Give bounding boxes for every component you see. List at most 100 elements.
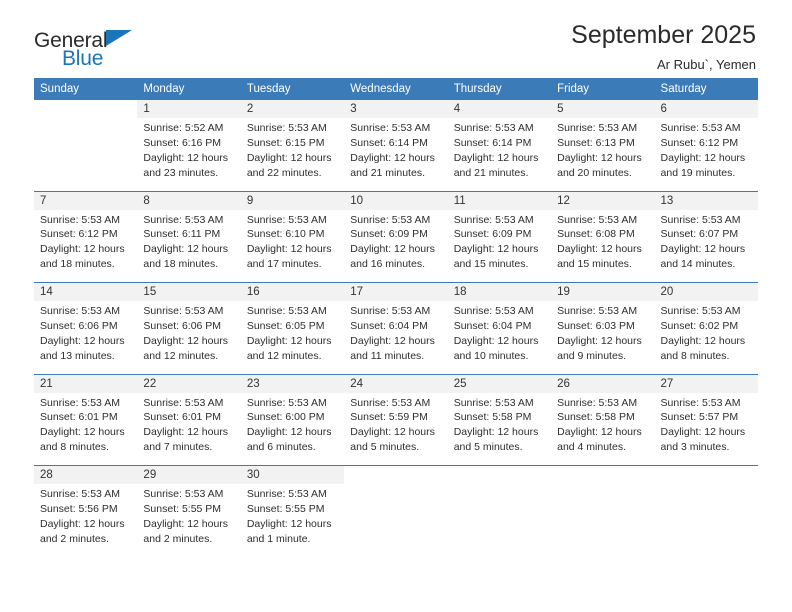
day-number-cell[interactable]: 5 [551,100,655,118]
day-detail-cell[interactable]: Sunrise: 5:53 AM Sunset: 6:12 PM Daylight:… [34,209,138,283]
day-number-cell[interactable]: 24 [344,373,448,393]
day-number-cell[interactable]: 2 [240,100,345,118]
day-number-cell[interactable]: 28 [34,465,138,484]
sunrise-text: Sunrise: 5:53 AM [40,305,120,317]
day-number-empty [551,465,655,484]
sunrise-text: Sunrise: 5:53 AM [246,396,327,409]
day-detail-cell[interactable]: Sunrise: 5:53 AM Sunset: 6:09 PM Daylight:… [344,209,448,283]
day-detail-cell[interactable]: Sunrise: 5:53 AM Sunset: 5:55 PM Daylight:… [240,484,345,557]
day-number-cell[interactable]: 18 [447,282,552,301]
day-detail-cell[interactable]: Sunrise: 5:53 AM Sunset: 5:57 PM Daylight:… [654,392,758,466]
day-detail-cell[interactable]: Sunrise: 5:53 AM Sunset: 6:15 PM Daylight:… [240,118,345,191]
day-number-cell[interactable]: 1 [137,100,241,118]
daylight-text-line1: Daylight: 12 hours [350,243,435,256]
daylight-text-line2: and 9 minutes. [557,349,626,362]
daylight-text-line1: Daylight: 12 hours [557,334,642,347]
daylight-text-line2: and 23 minutes. [143,166,219,179]
sunrise-text: Sunrise: 5:52 AM [143,122,224,134]
day-number-cell[interactable]: 9 [240,190,345,210]
day-detail-cell[interactable]: Sunrise: 5:53 AM Sunset: 5:55 PM Daylight:… [137,484,241,557]
daylight-text-line2: and 10 minutes. [453,349,529,362]
page-title: September 2025 [571,21,756,49]
sunrise-text: Sunrise: 5:53 AM [660,122,741,134]
day-detail-cell[interactable]: Sunrise: 5:53 AM Sunset: 6:06 PM Daylight:… [137,301,241,374]
brand-name-blue: Blue [62,47,104,70]
day-number-cell[interactable]: 6 [654,100,758,118]
daylight-text-line2: and 5 minutes. [453,441,523,454]
day-number-cell[interactable]: 13 [654,190,758,210]
sunrise-text: Sunrise: 5:53 AM [350,213,431,226]
day-number-cell[interactable]: 12 [551,190,655,210]
daylight-text-line1: Daylight: 12 hours [40,334,125,347]
day-number-cell[interactable]: 17 [344,282,448,301]
daylight-text-line1: Daylight: 12 hours [660,426,746,439]
daylight-text-line2: and 17 minutes. [246,258,322,271]
weekday-header-wednesday: Wednesday [344,78,448,100]
day-detail-cell[interactable]: Sunrise: 5:53 AM Sunset: 6:01 PM Daylight:… [137,392,241,466]
day-number-cell[interactable]: 7 [34,190,138,210]
daylight-text-line2: and 15 minutes. [557,258,632,271]
weekday-header-saturday: Saturday [654,78,758,100]
day-detail-cell[interactable]: Sunrise: 5:53 AM Sunset: 5:58 PM Daylight:… [447,392,552,466]
day-number-cell[interactable]: 14 [34,282,138,301]
sunset-text: Sunset: 5:57 PM [660,411,739,424]
day-number-cell[interactable]: 20 [654,282,758,301]
day-number-cell[interactable]: 3 [344,100,448,118]
day-number-empty [34,100,138,118]
week-daynumber-row: 21 22 23 24 25 26 27 [34,373,758,393]
day-number-cell[interactable]: 25 [447,373,552,393]
day-detail-cell[interactable]: Sunrise: 5:53 AM Sunset: 6:00 PM Daylight:… [240,392,345,466]
day-number-cell[interactable]: 29 [137,465,241,484]
day-detail-cell[interactable]: Sunrise: 5:53 AM Sunset: 6:14 PM Daylight:… [447,118,552,191]
day-number-cell[interactable]: 8 [137,190,241,210]
sunrise-text: Sunrise: 5:53 AM [40,396,120,409]
calendar-page: General Blue September 2025 Ar Rubu`, Ye… [0,0,792,612]
sunset-text: Sunset: 6:05 PM [246,319,325,332]
sunset-text: Sunset: 6:14 PM [350,136,428,149]
day-number-cell[interactable]: 21 [34,373,138,393]
sunrise-text: Sunrise: 5:53 AM [453,305,534,317]
day-detail-cell[interactable]: Sunrise: 5:53 AM Sunset: 6:09 PM Daylight:… [447,209,552,283]
day-detail-cell[interactable]: Sunrise: 5:52 AM Sunset: 6:16 PM Daylight:… [137,118,241,191]
day-number-cell[interactable]: 19 [551,282,655,301]
day-detail-cell[interactable]: Sunrise: 5:53 AM Sunset: 6:07 PM Daylight:… [654,209,758,283]
day-detail-cell[interactable]: Sunrise: 5:53 AM Sunset: 6:06 PM Daylight:… [34,301,138,374]
weekday-header-tuesday: Tuesday [240,78,345,100]
day-number-empty [447,465,552,484]
day-number-cell[interactable]: 30 [240,465,345,484]
day-detail-cell[interactable]: Sunrise: 5:53 AM Sunset: 6:04 PM Daylight:… [344,301,448,374]
sunset-text: Sunset: 6:00 PM [246,411,325,424]
day-detail-cell[interactable]: Sunrise: 5:53 AM Sunset: 6:14 PM Daylight:… [344,118,448,191]
daylight-text-line1: Daylight: 12 hours [660,243,746,256]
day-number-cell[interactable]: 10 [344,190,448,210]
daylight-text-line1: Daylight: 12 hours [453,243,539,256]
brand-logo[interactable]: General Blue [34,22,174,70]
sunset-text: Sunset: 6:01 PM [143,411,222,424]
day-detail-cell[interactable]: Sunrise: 5:53 AM Sunset: 6:04 PM Daylight:… [447,301,552,374]
day-detail-cell[interactable]: Sunrise: 5:53 AM Sunset: 5:58 PM Daylight:… [551,392,655,466]
day-number-cell[interactable]: 27 [654,373,758,393]
day-detail-cell[interactable]: Sunrise: 5:53 AM Sunset: 6:10 PM Daylight:… [240,209,345,283]
day-number-cell[interactable]: 23 [240,373,345,393]
daylight-text-line1: Daylight: 12 hours [246,151,332,164]
day-detail-cell[interactable]: Sunrise: 5:53 AM Sunset: 6:13 PM Daylight:… [551,118,655,191]
day-detail-cell[interactable]: Sunrise: 5:53 AM Sunset: 6:02 PM Daylight:… [654,301,758,374]
day-detail-cell[interactable]: Sunrise: 5:53 AM Sunset: 5:56 PM Daylight:… [34,484,138,557]
day-number-cell[interactable]: 16 [240,282,345,301]
day-detail-cell[interactable]: Sunrise: 5:53 AM Sunset: 6:05 PM Daylight:… [240,301,345,374]
day-detail-cell[interactable]: Sunrise: 5:53 AM Sunset: 6:12 PM Daylight:… [654,118,758,191]
day-detail-cell[interactable]: Sunrise: 5:53 AM Sunset: 5:59 PM Daylight:… [344,392,448,466]
day-number-cell[interactable]: 22 [137,373,241,393]
week-detail-row: Sunrise: 5:53 AM Sunset: 6:01 PM Daylight:… [34,392,758,466]
sunrise-text: Sunrise: 5:53 AM [40,213,120,226]
day-detail-cell[interactable]: Sunrise: 5:53 AM Sunset: 6:08 PM Daylight:… [551,209,655,283]
day-number-cell[interactable]: 26 [551,373,655,393]
day-detail-cell[interactable]: Sunrise: 5:53 AM Sunset: 6:01 PM Daylight:… [34,392,138,466]
sunrise-text: Sunrise: 5:53 AM [246,213,327,226]
day-detail-cell[interactable]: Sunrise: 5:53 AM Sunset: 6:11 PM Daylight:… [137,209,241,283]
day-number-cell[interactable]: 15 [137,282,241,301]
day-number-cell[interactable]: 11 [447,190,552,210]
sunset-text: Sunset: 6:01 PM [40,411,118,424]
day-detail-cell[interactable]: Sunrise: 5:53 AM Sunset: 6:03 PM Daylight:… [551,301,655,374]
day-number-cell[interactable]: 4 [447,100,552,118]
